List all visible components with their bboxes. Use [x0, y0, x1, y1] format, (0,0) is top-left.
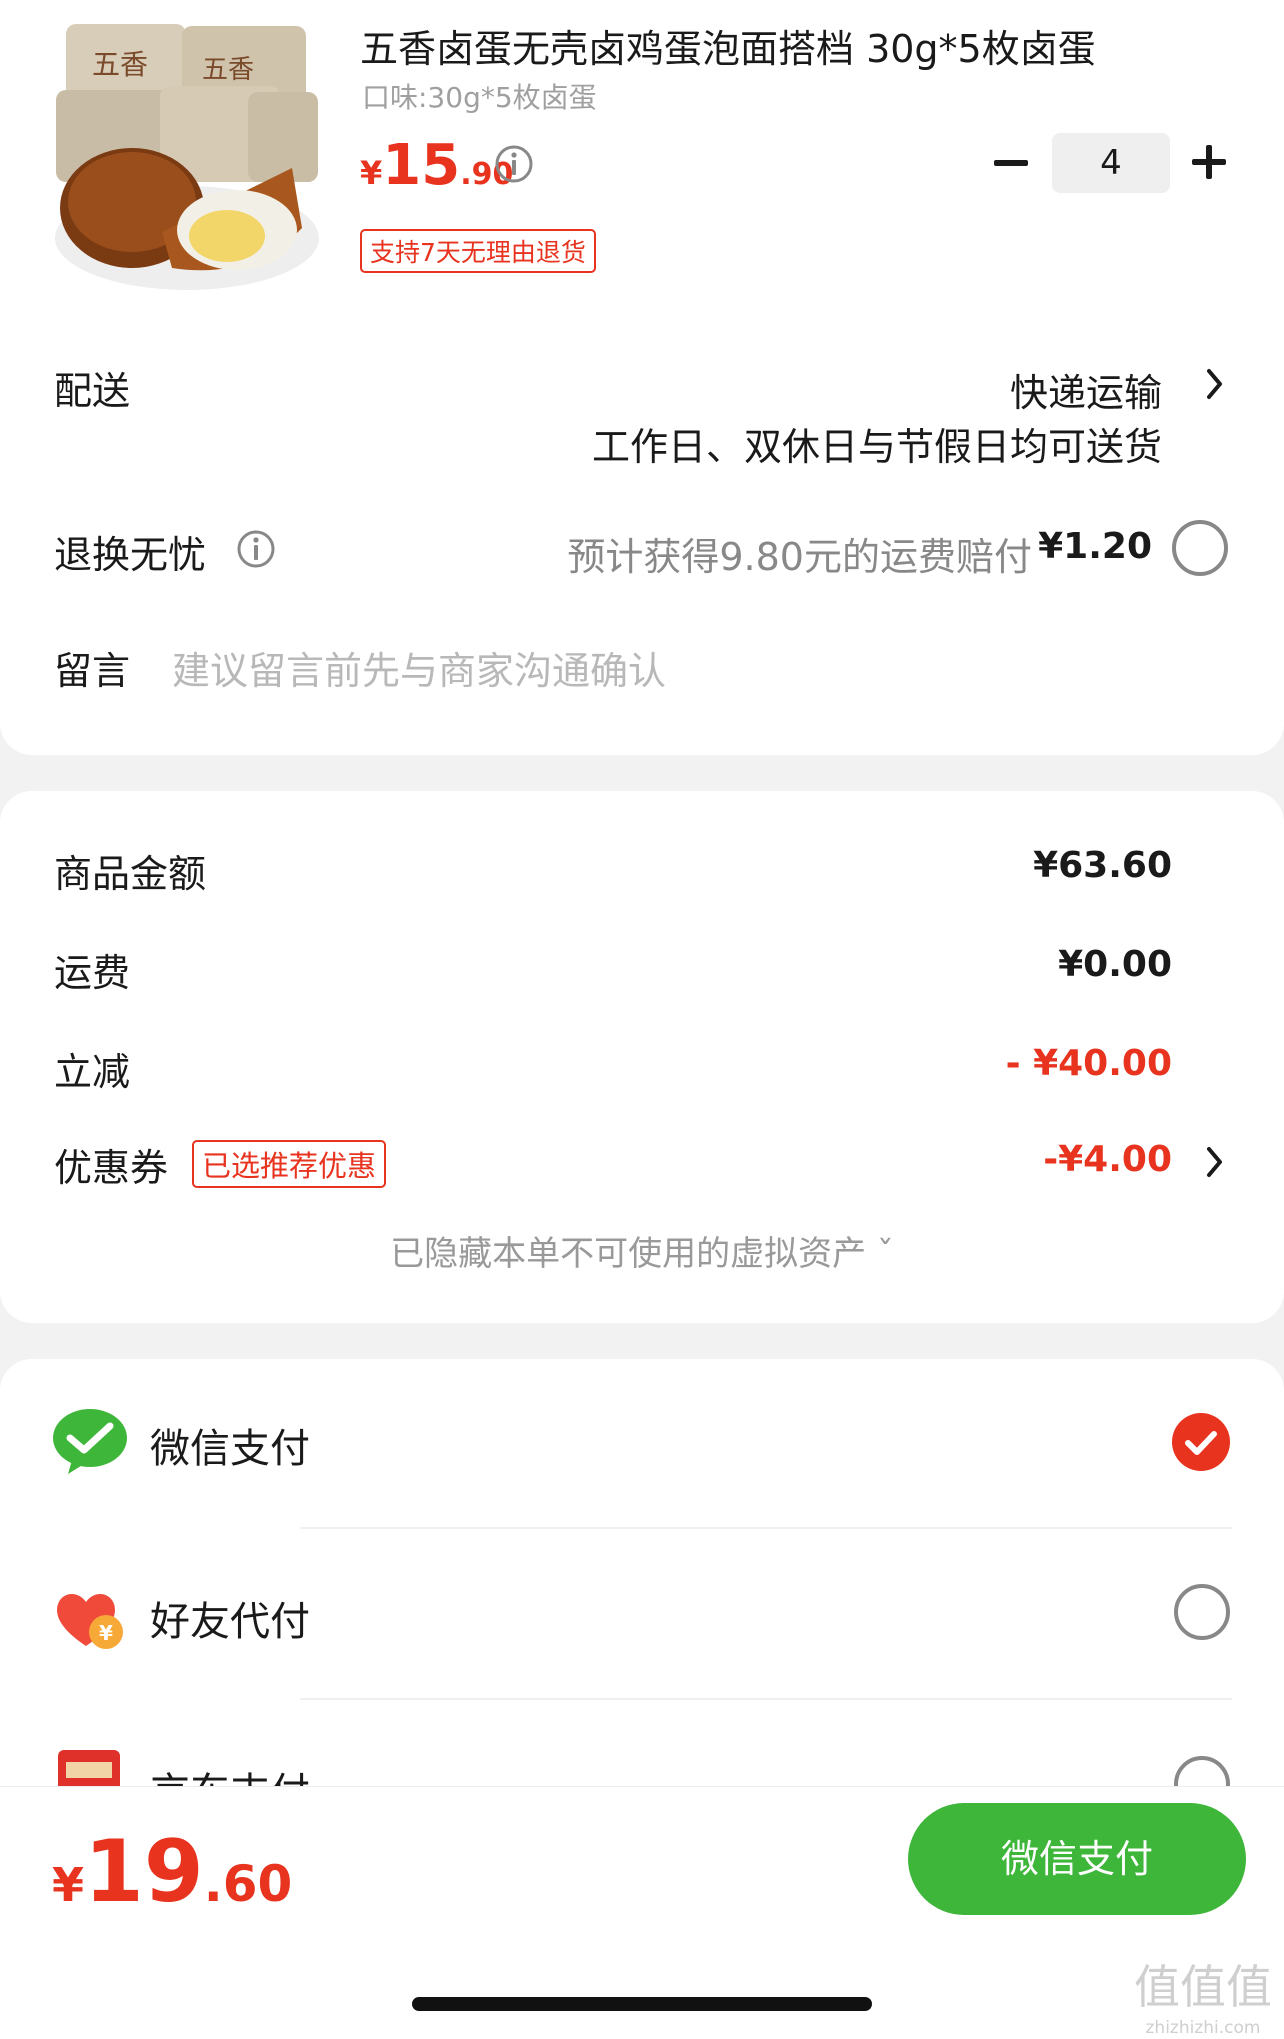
- delivery-label: 配送: [54, 369, 131, 413]
- message-label: 留言: [54, 649, 131, 693]
- home-indicator[interactable]: [412, 1997, 872, 2011]
- watermark-logo: 值值值 zhizhizhi.com: [1134, 1960, 1272, 2038]
- product-image[interactable]: 五香 五香: [52, 18, 322, 296]
- quantity-decrease-button[interactable]: [994, 144, 1028, 182]
- price-info-icon[interactable]: [494, 144, 534, 184]
- chevron-right-icon[interactable]: [1204, 366, 1226, 402]
- order-item-card: 五香 五香 五香卤蛋无壳卤鸡蛋泡面搭档 30g*5枚卤蛋 口味:30g*5枚卤蛋…: [0, 0, 1284, 755]
- return-policy-tag: 支持7天无理由退货: [360, 229, 596, 273]
- coupon-label: 优惠券: [54, 1146, 169, 1190]
- delivery-method[interactable]: 快递运输: [1010, 362, 1162, 417]
- divider: [300, 1527, 1232, 1529]
- discount-label: 立减: [54, 1050, 131, 1094]
- shipping-value: ¥0.00: [1058, 944, 1172, 985]
- coupon-recommended-tag: 已选推荐优惠: [192, 1140, 387, 1188]
- divider: [300, 1698, 1232, 1700]
- delivery-note: 工作日、双休日与节假日均可送货: [591, 425, 1162, 469]
- return-insurance-label: 退换无忧: [54, 533, 207, 577]
- total-currency: ¥: [52, 1858, 85, 1912]
- shipping-label: 运费: [54, 951, 131, 995]
- product-flavor: 口味:30g*5枚卤蛋: [362, 81, 597, 114]
- payment-radio[interactable]: [1174, 1584, 1230, 1640]
- svg-text:五香: 五香: [92, 48, 148, 81]
- product-title[interactable]: 五香卤蛋无壳卤鸡蛋泡面搭档 30g*5枚卤蛋: [360, 18, 1096, 73]
- wechat-pay-icon: [53, 1409, 127, 1474]
- svg-text:五香: 五香: [202, 55, 254, 85]
- goods-amount-label: 商品金额: [54, 852, 207, 896]
- payment-radio-checked[interactable]: [1172, 1413, 1230, 1471]
- message-input[interactable]: 建议留言前先与商家沟通确认: [172, 640, 666, 695]
- svg-text:值值值: 值值值: [1134, 1960, 1272, 2014]
- insurance-radio[interactable]: [1172, 520, 1228, 576]
- price-integer: 15: [382, 133, 461, 198]
- product-price: ¥15.90: [360, 133, 513, 198]
- price-currency: ¥: [360, 154, 383, 192]
- total-decimal: .60: [203, 1855, 293, 1913]
- payment-method-name[interactable]: 好友代付: [150, 1589, 310, 1647]
- hidden-assets-toggle[interactable]: 已隐藏本单不可使用的虚拟资产 ˇ: [0, 1226, 1284, 1275]
- insurance-info-icon[interactable]: [236, 529, 276, 569]
- quantity-input[interactable]: 4: [1052, 133, 1170, 193]
- total-amount: ¥19.60: [52, 1822, 292, 1922]
- chevron-right-icon[interactable]: [1204, 1144, 1226, 1180]
- coupon-value[interactable]: -¥4.00: [1043, 1139, 1172, 1180]
- insurance-description: 预计获得9.80元的运费赔付: [567, 535, 1032, 579]
- svg-text:zhizhizhi.com: zhizhizhi.com: [1146, 2018, 1261, 2038]
- friend-pay-heart-icon: ¥: [57, 1593, 123, 1649]
- insurance-price: ¥1.20: [1038, 526, 1152, 567]
- svg-text:¥: ¥: [99, 1621, 113, 1645]
- discount-value: - ¥40.00: [1005, 1043, 1172, 1084]
- wechat-pay-button[interactable]: 微信支付: [908, 1803, 1246, 1915]
- total-integer: 19: [84, 1822, 204, 1922]
- goods-amount-value: ¥63.60: [1033, 845, 1172, 886]
- quantity-increase-button[interactable]: [1192, 145, 1226, 179]
- payment-method-name[interactable]: 微信支付: [150, 1416, 310, 1474]
